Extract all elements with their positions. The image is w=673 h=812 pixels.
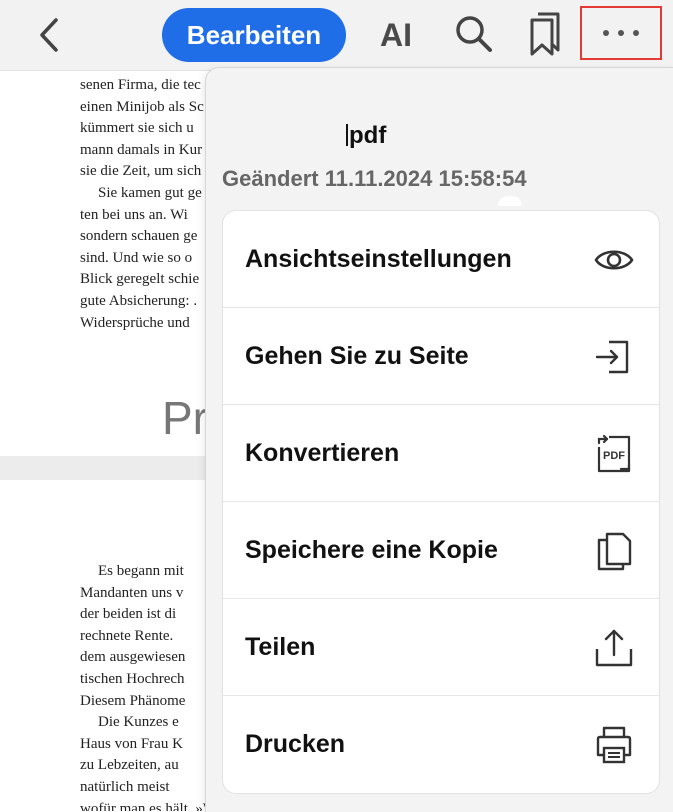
text-cursor bbox=[346, 124, 348, 146]
menu-item-save-copy[interactable]: Speichere eine Kopie bbox=[223, 502, 659, 599]
menu-item-go-to-page[interactable]: Gehen Sie zu Seite bbox=[223, 308, 659, 405]
menu-card: Ansichtseinstellungen Gehen Sie zu Seite bbox=[222, 210, 660, 794]
pdf-convert-icon: PDF bbox=[593, 433, 635, 475]
menu-item-label: Gehen Sie zu Seite bbox=[245, 342, 469, 370]
ai-button[interactable]: AI bbox=[374, 12, 418, 58]
menu-item-label: Konvertieren bbox=[245, 439, 400, 467]
share-icon bbox=[593, 627, 635, 669]
file-name: pdf bbox=[346, 122, 386, 150]
eye-icon bbox=[593, 239, 635, 281]
menu-handle bbox=[498, 196, 522, 206]
search-icon bbox=[456, 16, 492, 52]
document-heading: Pr bbox=[162, 392, 208, 444]
menu-item-label: Drucken bbox=[245, 730, 346, 758]
printer-icon bbox=[593, 724, 635, 766]
more-horizontal-icon bbox=[603, 30, 639, 36]
menu-item-view-settings[interactable]: Ansichtseinstellungen bbox=[223, 211, 659, 308]
more-options-menu: pdf Geändert 11.11.2024 15:58:54 Ansicht… bbox=[205, 67, 673, 812]
go-to-page-icon bbox=[593, 336, 635, 378]
search-button[interactable] bbox=[452, 12, 496, 56]
more-options-button[interactable] bbox=[580, 6, 662, 60]
menu-item-convert[interactable]: Konvertieren PDF bbox=[223, 405, 659, 502]
menu-item-label: Teilen bbox=[245, 633, 316, 661]
pdf-icon-text: PDF bbox=[603, 450, 625, 462]
menu-item-label: Ansichtseinstellungen bbox=[245, 245, 512, 273]
back-button[interactable] bbox=[30, 14, 70, 56]
top-toolbar: Bearbeiten AI bbox=[0, 0, 673, 71]
bookmarks-icon bbox=[530, 12, 560, 56]
edit-button[interactable]: Bearbeiten bbox=[162, 8, 346, 62]
bookmarks-button[interactable] bbox=[526, 10, 566, 58]
copy-icon bbox=[593, 530, 635, 572]
menu-item-share[interactable]: Teilen bbox=[223, 599, 659, 696]
chevron-left-icon bbox=[40, 18, 58, 52]
modified-timestamp: Geändert 11.11.2024 15:58:54 bbox=[222, 166, 527, 191]
menu-item-label: Speichere eine Kopie bbox=[245, 536, 498, 564]
file-name-text: pdf bbox=[349, 122, 387, 149]
menu-item-print[interactable]: Drucken bbox=[223, 696, 659, 793]
